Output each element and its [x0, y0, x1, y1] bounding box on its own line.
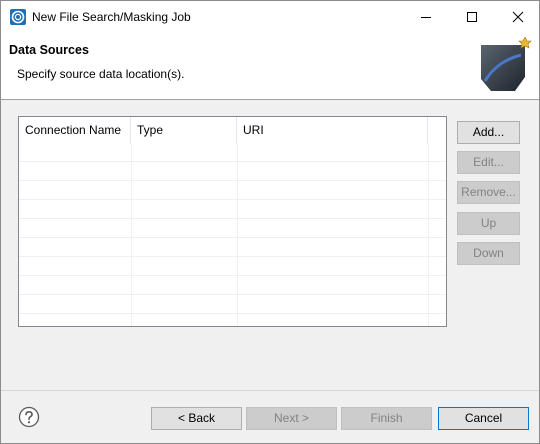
- edit-button[interactable]: Edit...: [457, 151, 520, 174]
- app-logo-icon: [10, 9, 26, 25]
- grid-line: [19, 294, 446, 295]
- wizard-banner: Data Sources Specify source data locatio…: [1, 33, 539, 100]
- back-button[interactable]: < Back: [151, 407, 242, 430]
- grid-line: [19, 275, 446, 276]
- grid-line: [131, 144, 132, 326]
- column-header-type[interactable]: Type: [131, 117, 237, 144]
- wizard-banner-graphic: [481, 37, 532, 91]
- grid-line: [19, 313, 446, 314]
- help-icon[interactable]: [18, 406, 40, 428]
- maximize-icon: [467, 12, 477, 22]
- grid-line: [19, 256, 446, 257]
- close-icon: [512, 11, 524, 23]
- finish-button[interactable]: Finish: [341, 407, 432, 430]
- page-title: Data Sources: [9, 43, 89, 57]
- maximize-button[interactable]: [449, 1, 495, 33]
- down-button[interactable]: Down: [457, 242, 520, 265]
- grid-line: [19, 180, 446, 181]
- close-button[interactable]: [495, 1, 539, 33]
- column-header-uri[interactable]: URI: [237, 117, 428, 144]
- title-bar[interactable]: New File Search/Masking Job: [1, 1, 539, 33]
- remove-button[interactable]: Remove...: [457, 181, 520, 204]
- up-button[interactable]: Up: [457, 212, 520, 235]
- page-description: Specify source data location(s).: [17, 67, 185, 81]
- table-header: Connection Name Type URI: [19, 117, 446, 144]
- next-button[interactable]: Next >: [246, 407, 337, 430]
- grid-line: [428, 144, 429, 326]
- grid-line: [237, 144, 238, 326]
- window-title: New File Search/Masking Job: [32, 10, 191, 24]
- grid-line: [19, 237, 446, 238]
- grid-line: [19, 161, 446, 162]
- column-header-filler: [428, 117, 446, 144]
- data-sources-table[interactable]: Connection Name Type URI: [18, 116, 447, 327]
- footer-separator: [1, 390, 539, 391]
- grid-line: [19, 199, 446, 200]
- cancel-button[interactable]: Cancel: [438, 407, 529, 430]
- minimize-icon: [421, 17, 431, 18]
- column-header-connection-name[interactable]: Connection Name: [19, 117, 131, 144]
- grid-line: [19, 218, 446, 219]
- wizard-window: New File Search/Masking Job Data Sources…: [0, 0, 540, 444]
- add-button[interactable]: Add...: [457, 121, 520, 144]
- minimize-button[interactable]: [403, 1, 449, 33]
